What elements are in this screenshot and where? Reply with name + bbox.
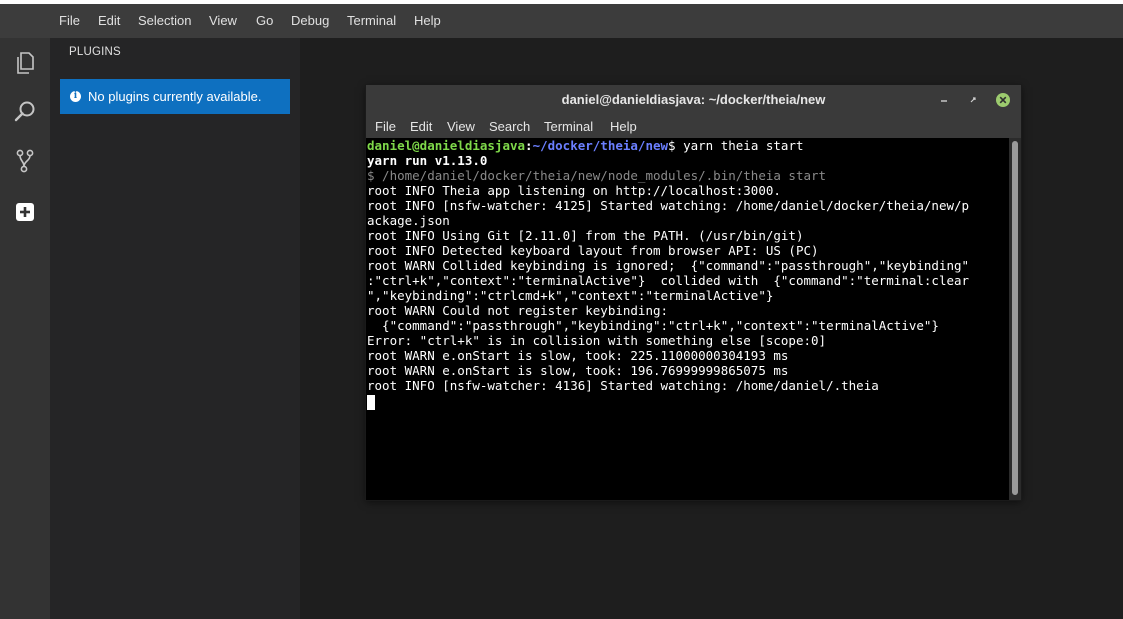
menu-view[interactable]: View — [209, 4, 237, 38]
prompt-command: $ yarn theia start — [668, 138, 804, 153]
terminal-line: root WARN Collided keybinding is ignored… — [367, 258, 970, 273]
maximize-button[interactable] — [965, 92, 981, 108]
terminal-line: :"ctrl+k","context":"terminalActive"} co… — [367, 273, 970, 288]
terminal-line: root WARN e.onStart is slow, took: 196.7… — [367, 363, 789, 378]
term-menu-help[interactable]: Help — [610, 115, 637, 138]
terminal-line: root INFO Detected keyboard layout from … — [367, 243, 819, 258]
menu-go[interactable]: Go — [256, 4, 273, 38]
scrollbar-thumb[interactable] — [1012, 141, 1018, 495]
explorer-icon[interactable] — [0, 39, 50, 87]
activity-bar — [0, 38, 50, 619]
prompt-user: daniel@danieldiasjava — [367, 138, 526, 153]
terminal-output[interactable]: daniel@danieldiasjava:~/docker/theia/new… — [367, 138, 1008, 498]
terminal-line: root INFO Theia app listening on http://… — [367, 183, 781, 198]
terminal-line: root INFO Using Git [2.11.0] from the PA… — [367, 228, 804, 243]
terminal-title: daniel@danieldiasjava: ~/docker/theia/ne… — [561, 92, 826, 107]
prompt-sep: : — [525, 138, 533, 153]
menu-terminal[interactable]: Terminal — [347, 4, 396, 38]
terminal-cursor — [367, 395, 375, 410]
terminal-menu-bar: File Edit View Search Terminal Help — [366, 115, 1021, 138]
prompt-path: ~/docker/theia/new — [532, 138, 669, 153]
term-menu-terminal[interactable]: Terminal — [544, 115, 593, 138]
terminal-scrollbar[interactable] — [1009, 138, 1021, 500]
info-icon: i — [70, 91, 81, 102]
terminal-line: Error: "ctrl+k" is in collision with som… — [367, 333, 827, 348]
terminal-line: yarn run v1.13.0 — [367, 153, 488, 168]
menu-selection[interactable]: Selection — [138, 4, 191, 38]
menu-bar: File Edit Selection View Go Debug Termin… — [0, 4, 1123, 38]
plugins-panel: PLUGINS i No plugins currently available… — [50, 38, 300, 619]
plugins-icon[interactable] — [0, 188, 50, 236]
close-button[interactable] — [995, 92, 1011, 108]
term-menu-edit[interactable]: Edit — [410, 115, 432, 138]
term-menu-search[interactable]: Search — [489, 115, 530, 138]
terminal-line: {"command":"passthrough","keybinding":"c… — [367, 318, 939, 333]
terminal-titlebar[interactable]: daniel@danieldiasjava: ~/docker/theia/ne… — [366, 85, 1021, 116]
terminal-line: root WARN Could not register keybinding: — [367, 303, 669, 318]
term-menu-view[interactable]: View — [447, 115, 475, 138]
term-menu-file[interactable]: File — [375, 115, 396, 138]
terminal-line: ","keybinding":"ctrlcmd+k","context":"te… — [367, 288, 774, 303]
menu-file[interactable]: File — [59, 4, 80, 38]
terminal-line: root INFO [nsfw-watcher: 4136] Started w… — [367, 378, 879, 393]
terminal-window[interactable]: daniel@danieldiasjava: ~/docker/theia/ne… — [366, 85, 1021, 500]
terminal-line: root WARN e.onStart is slow, took: 225.1… — [367, 348, 789, 363]
search-icon[interactable] — [0, 88, 50, 136]
terminal-prompt-line: daniel@danieldiasjava:~/docker/theia/new… — [367, 138, 1008, 153]
terminal-line: root INFO [nsfw-watcher: 4125] Started w… — [367, 198, 970, 213]
notice-text: No plugins currently available. — [88, 89, 262, 104]
terminal-line: $ /home/daniel/docker/theia/new/node_mod… — [367, 168, 827, 183]
panel-title: PLUGINS — [69, 46, 121, 58]
minimize-button[interactable] — [936, 92, 952, 108]
menu-edit[interactable]: Edit — [98, 4, 120, 38]
terminal-line: ackage.json — [367, 213, 450, 228]
menu-debug[interactable]: Debug — [291, 4, 329, 38]
menu-help[interactable]: Help — [414, 4, 441, 38]
source-control-icon[interactable] — [0, 137, 50, 185]
no-plugins-notice: i No plugins currently available. — [60, 79, 290, 114]
